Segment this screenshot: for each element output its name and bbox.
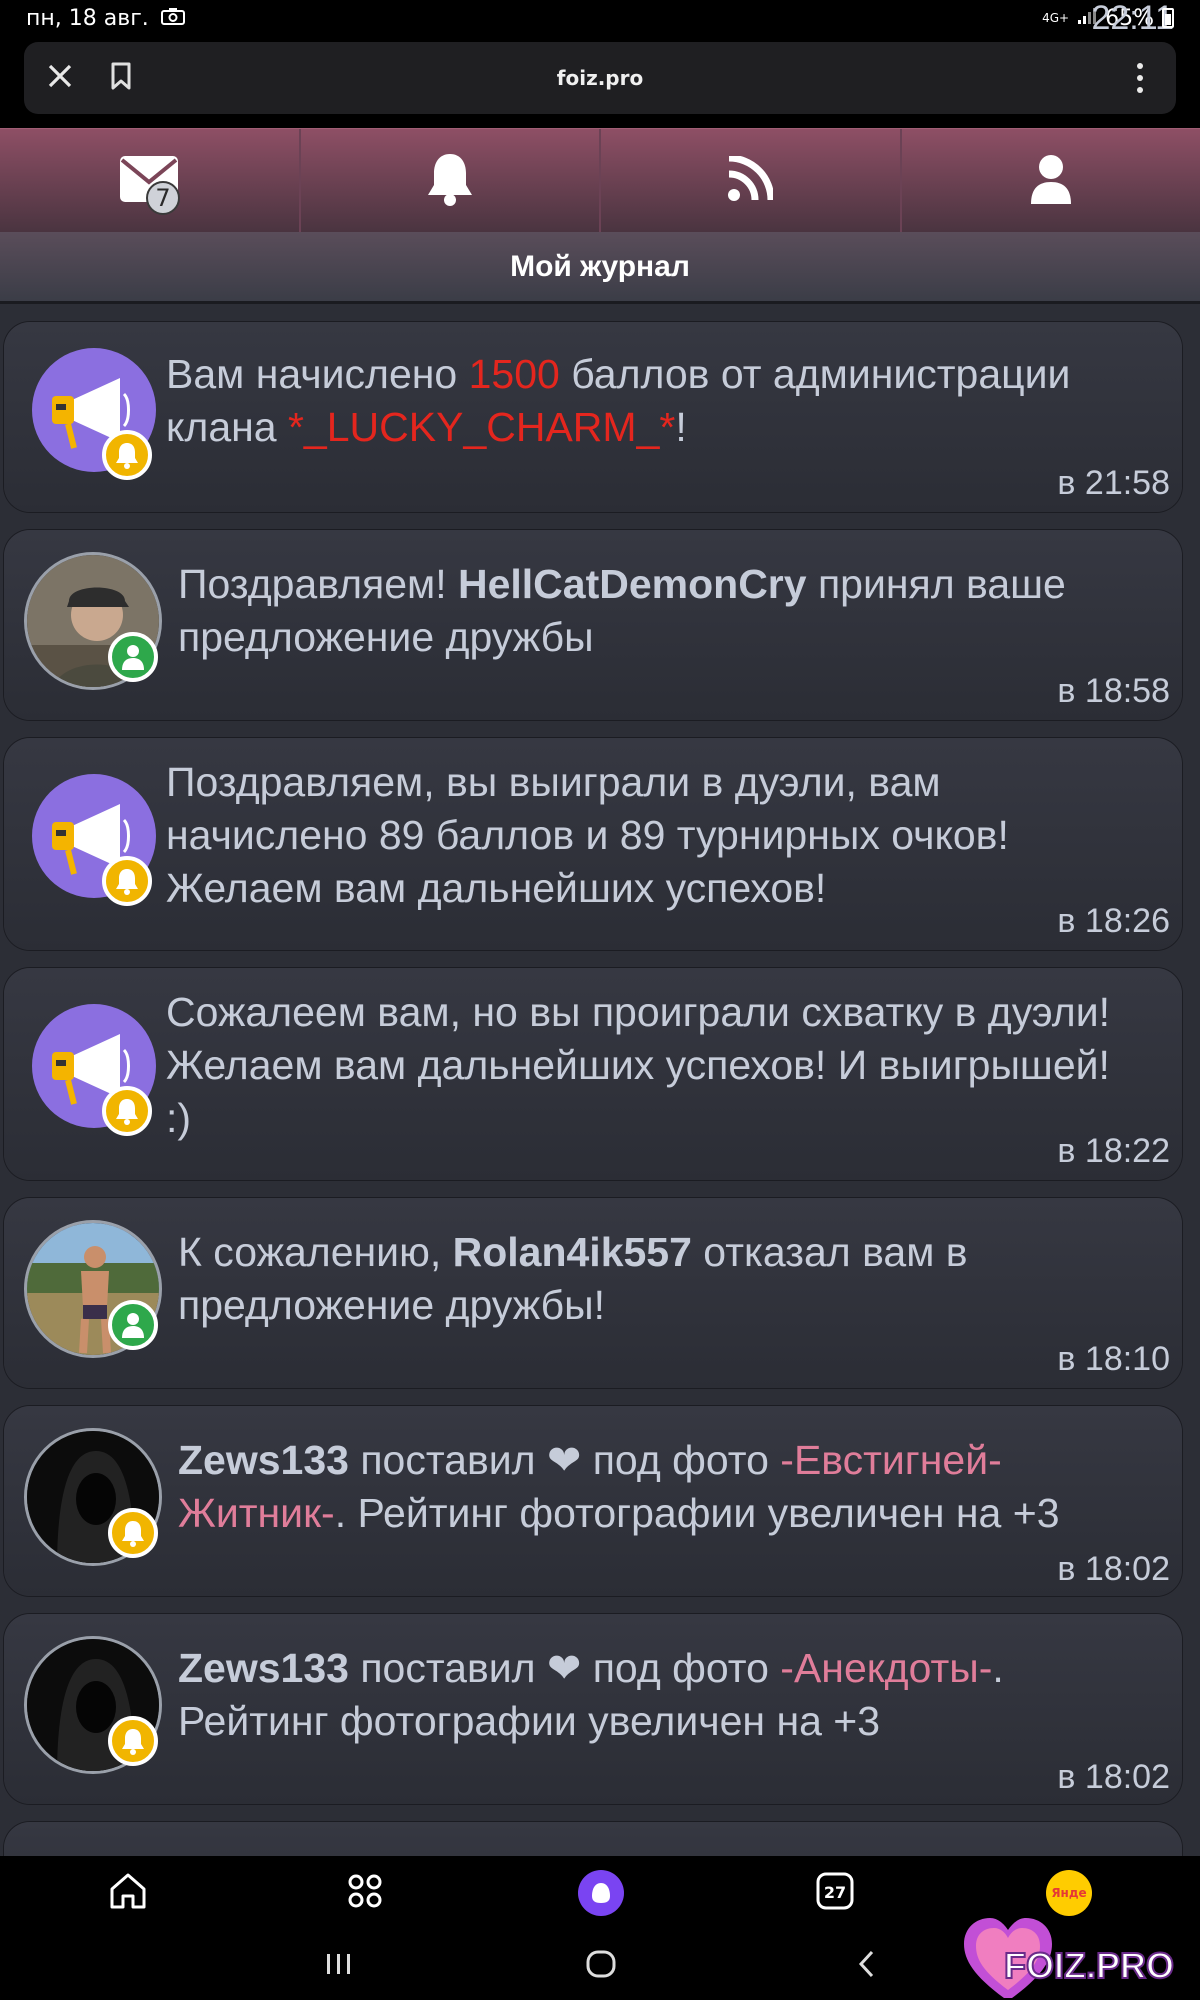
journal-item[interactable]: Сожалеем вам, но вы проиграли схватку в … — [4, 968, 1182, 1180]
journal-item[interactable]: Поздравляем, вы выиграли в дуэли, вам на… — [4, 738, 1182, 950]
chevron-left-icon — [857, 1950, 875, 1982]
page-header: Мой журнал — [0, 232, 1200, 304]
journal-feed: Вам начислено 1500 баллов от администрац… — [0, 304, 1200, 1856]
system-home-button[interactable] — [586, 1946, 616, 1986]
journal-item-text: Zews133 поставил ❤ под фото -Евстигней-Ж… — [178, 1437, 1060, 1536]
rss-icon — [727, 154, 775, 206]
yandex-icon: Янде — [1046, 1870, 1092, 1916]
journal-item-text: Сожалеем вам, но вы проиграли схватку в … — [166, 989, 1111, 1141]
user-icon — [108, 1300, 158, 1350]
browser-toolbar: foiz.pro — [0, 36, 1200, 128]
tab-notifications[interactable] — [301, 129, 601, 232]
site-nav: 7 — [0, 128, 1200, 232]
username-link[interactable]: Rolan4ik557 — [453, 1229, 692, 1275]
journal-item-time: в 18:02 — [1057, 1550, 1170, 1588]
calendar-icon: 27 — [816, 1872, 854, 1914]
grid-icon — [347, 1873, 383, 1913]
page-title: Мой журнал — [510, 249, 690, 283]
bell-icon — [102, 430, 152, 480]
tab-profile[interactable] — [902, 129, 1200, 232]
browser-menu-button[interactable] — [1104, 42, 1176, 114]
photo-link[interactable]: -Анекдоты- — [780, 1645, 992, 1691]
bell-icon — [108, 1508, 158, 1558]
battery-icon — [1162, 8, 1174, 28]
camera-icon — [160, 6, 185, 31]
journal-item-text: Поздравляем! HellCatDemonCry принял ваше… — [178, 561, 1066, 660]
bookmark-icon — [110, 62, 132, 94]
close-tab-button[interactable] — [24, 42, 96, 114]
journal-item-time: в 18:02 — [1057, 1758, 1170, 1796]
yandex-button[interactable]: Янде — [1044, 1868, 1094, 1918]
url-text[interactable]: foiz.pro — [146, 66, 1054, 90]
foiz-watermark: FOIZ.PRO — [964, 1916, 1200, 2000]
journal-item-time: в 21:58 — [1057, 464, 1170, 502]
circle-icon — [586, 1950, 616, 1982]
recents-icon — [326, 1952, 352, 1980]
tab-messages[interactable]: 7 — [0, 129, 301, 232]
journal-item[interactable]: Zews133 поставил ❤ под фото -Евстигней-Ж… — [4, 1406, 1182, 1596]
journal-item-time: в 18:10 — [1057, 1340, 1170, 1378]
close-icon — [47, 58, 73, 98]
home-icon — [108, 1871, 148, 1915]
journal-item[interactable]: Вам начислено 1500 баллов от администрац… — [4, 322, 1182, 512]
points-amount: 1500 — [468, 351, 560, 397]
bell-icon — [102, 1086, 152, 1136]
bell-icon — [102, 856, 152, 906]
recent-apps-button[interactable] — [326, 1946, 352, 1986]
bookmark-button[interactable] — [96, 42, 146, 114]
bell-icon — [425, 151, 475, 211]
status-date: пн, 18 авг. — [26, 5, 149, 31]
calendar-button[interactable]: 27 — [810, 1868, 860, 1918]
journal-item-text: Вам начислено 1500 баллов от администрац… — [166, 351, 1071, 450]
more-dot — [1137, 75, 1143, 81]
more-dot — [1137, 87, 1143, 93]
journal-item[interactable]: К сожалению, Rolan4ik557 отказал вам в п… — [4, 1198, 1182, 1388]
username-link[interactable]: Zews133 — [178, 1645, 349, 1691]
journal-item-text: К сожалению, Rolan4ik557 отказал вам в п… — [178, 1229, 968, 1328]
journal-item-time: в 18:26 — [1057, 902, 1170, 940]
messages-count-badge: 7 — [146, 181, 180, 215]
journal-item[interactable] — [4, 1822, 1182, 1856]
more-dot — [1137, 63, 1143, 69]
username-link[interactable]: HellCatDemonCry — [458, 561, 807, 607]
network-indicator: 4G+ — [1042, 11, 1070, 25]
watermark-text: FOIZ.PRO — [1004, 1945, 1174, 1986]
journal-item-time: в 18:58 — [1057, 672, 1170, 710]
clan-link[interactable]: *_LUCKY_CHARM_* — [288, 404, 675, 450]
heart-icon: ❤ — [546, 1645, 582, 1691]
journal-item-text: Поздравляем, вы выиграли в дуэли, вам на… — [166, 759, 1009, 911]
status-bar: 22:11 пн, 18 авг. 4G+ 65% — [0, 0, 1200, 37]
user-icon — [108, 632, 158, 682]
calendar-day: 27 — [824, 1883, 846, 1902]
journal-item-text: Zews133 поставил ❤ под фото -Анекдоты-. … — [178, 1645, 1004, 1744]
bell-icon — [108, 1716, 158, 1766]
heart-icon: ❤ — [546, 1437, 582, 1483]
alice-button[interactable] — [576, 1868, 626, 1918]
home-button[interactable] — [103, 1868, 153, 1918]
journal-item[interactable]: Поздравляем! HellCatDemonCry принял ваше… — [4, 530, 1182, 720]
back-button[interactable] — [856, 1946, 876, 1986]
journal-item[interactable]: Zews133 поставил ❤ под фото -Анекдоты-. … — [4, 1614, 1182, 1804]
address-bar: foiz.pro — [24, 42, 1176, 114]
user-icon — [1030, 154, 1072, 208]
username-link[interactable]: Zews133 — [178, 1437, 349, 1483]
journal-item-time: в 18:22 — [1057, 1132, 1170, 1170]
tabs-button[interactable] — [340, 1868, 390, 1918]
tab-feed[interactable] — [601, 129, 902, 232]
alice-icon — [578, 1870, 624, 1916]
